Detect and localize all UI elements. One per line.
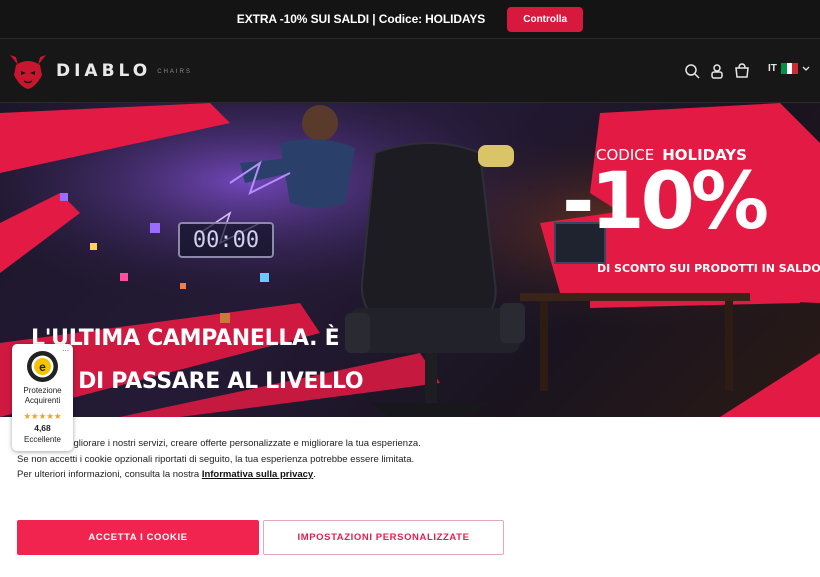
- language-selector[interactable]: IT: [768, 63, 810, 74]
- hero-headline-line1: L'ULTIMA CAMPANELLA. È: [31, 326, 340, 351]
- cart-icon[interactable]: [734, 63, 750, 79]
- promo-check-button[interactable]: Controlla: [507, 6, 584, 32]
- promo-code: HOLIDAYS: [425, 12, 486, 26]
- cookie-notice-text: cookie per migliorare i nostri servizi, …: [17, 438, 421, 480]
- language-code: IT: [768, 63, 777, 74]
- chevron-down-icon: [802, 66, 810, 71]
- hero-headline-line2: A DI PASSARE AL LIVELLO: [54, 369, 364, 394]
- accept-cookies-button[interactable]: ACCETTA I COOKIE: [17, 520, 259, 555]
- cookie-settings-button[interactable]: IMPOSTAZIONI PERSONALIZZATE: [263, 520, 504, 555]
- logo-word: DIABLO: [56, 61, 152, 81]
- rating-value: 4,68: [34, 423, 51, 433]
- privacy-policy-link[interactable]: Informativa sulla privacy: [202, 469, 313, 480]
- logo[interactable]: DIABLO CHAIRS: [6, 51, 192, 91]
- badge-more-icon[interactable]: ...: [62, 344, 69, 353]
- hero-timer: 00:00: [178, 222, 274, 258]
- hero-discount-sub: DI SCONTO SUI PRODOTTI IN SALDO: [597, 262, 820, 275]
- promo-text: EXTRA -10% SUI SALDI | Codice: HOLIDAYS: [236, 12, 486, 26]
- italy-flag-icon: [780, 63, 798, 74]
- user-icon[interactable]: [709, 63, 725, 79]
- site-header: DIABLO CHAIRS IT: [0, 38, 820, 103]
- header-icons: [684, 63, 750, 79]
- search-icon[interactable]: [684, 63, 700, 79]
- trust-badge[interactable]: ... e Protezione Acquirenti ★★★★★ 4,68 E…: [12, 344, 73, 451]
- promo-bar: EXTRA -10% SUI SALDI | Codice: HOLIDAYS C…: [0, 0, 820, 38]
- badge-label: Protezione Acquirenti: [23, 386, 62, 405]
- svg-text:e: e: [39, 360, 46, 374]
- rating-label: Eccellente: [24, 435, 61, 444]
- logo-sub: CHAIRS: [157, 69, 192, 75]
- rating-stars-icon: ★★★★★: [23, 411, 62, 421]
- trusted-seal-icon: e: [27, 351, 58, 382]
- devil-logo-icon: [10, 55, 46, 89]
- page: EXTRA -10% SUI SALDI | Codice: HOLIDAYS C…: [0, 0, 820, 577]
- hero-discount: -10%: [562, 157, 769, 247]
- hero-banner[interactable]: 00:00 CODICE HOLIDAYS -10% DI SCONTO SUI …: [0, 103, 820, 417]
